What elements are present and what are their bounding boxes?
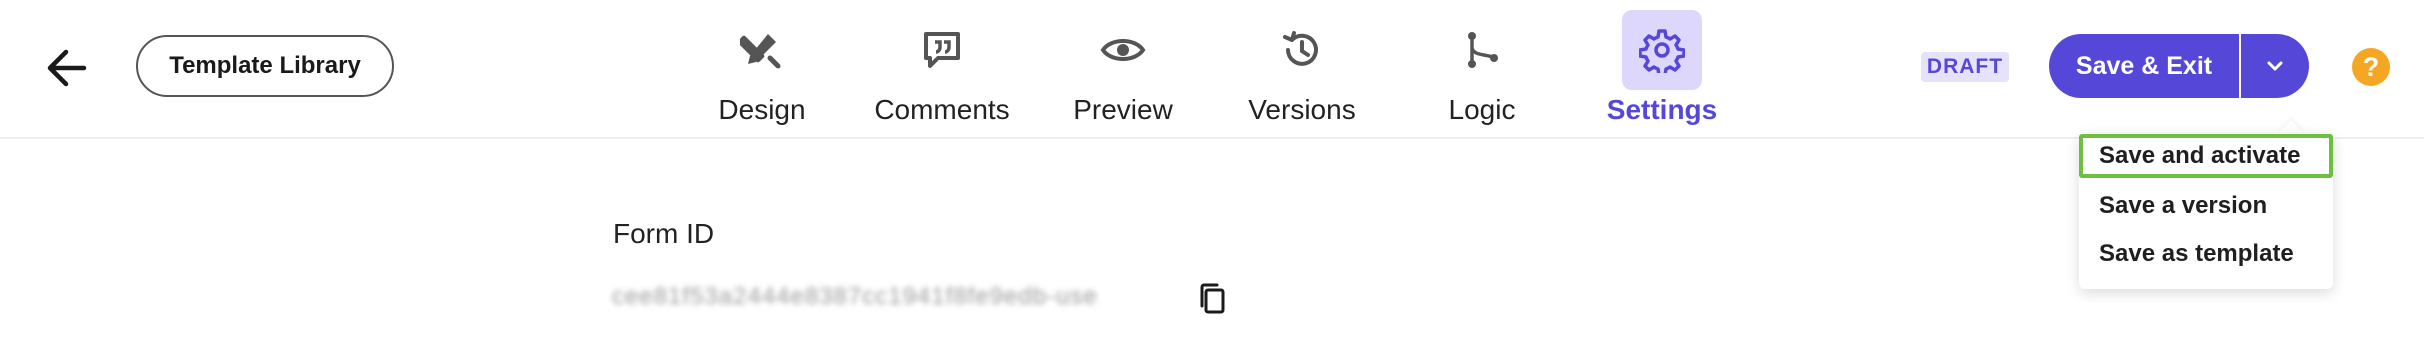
status-badge: DRAFT	[1921, 52, 2009, 82]
tab-logic-label: Logic	[1448, 94, 1516, 125]
menu-item-save-and-activate[interactable]: Save and activate	[2079, 134, 2333, 178]
save-options-menu: Save and activate Save a version Save as…	[2079, 133, 2333, 289]
back-button[interactable]	[36, 38, 96, 98]
tab-settings[interactable]: Settings	[1602, 10, 1722, 128]
tab-preview-label: Preview	[1073, 94, 1173, 125]
arrow-left-icon	[47, 49, 87, 87]
comment-quote-icon	[902, 10, 982, 90]
eye-icon	[1083, 10, 1163, 90]
chevron-down-icon	[2267, 61, 2283, 71]
tab-versions[interactable]: Versions	[1242, 10, 1362, 128]
tab-design[interactable]: Design	[712, 10, 812, 128]
tab-logic[interactable]: Logic	[1432, 10, 1532, 128]
template-library-button[interactable]: Template Library	[136, 35, 394, 97]
form-id-value: cee81f53a2444e8387cc1941f8fe9edb-use	[612, 283, 1098, 310]
tab-settings-label: Settings	[1606, 94, 1718, 125]
copy-icon	[1200, 283, 1225, 314]
save-options-dropdown-button[interactable]	[2241, 34, 2309, 98]
tab-comments[interactable]: Comments	[872, 10, 1012, 128]
help-icon[interactable]: ?	[2352, 48, 2390, 86]
branch-icon	[1442, 10, 1522, 90]
save-button-group: Save & Exit	[2049, 34, 2309, 98]
tab-preview[interactable]: Preview	[1068, 10, 1178, 128]
design-tools-icon	[722, 10, 802, 90]
form-id-label: Form ID	[613, 218, 715, 249]
copy-button[interactable]	[1195, 280, 1229, 318]
tab-design-label: Design	[718, 94, 806, 125]
gear-icon	[1622, 10, 1702, 90]
tab-comments-label: Comments	[874, 94, 1010, 125]
menu-item-save-as-template[interactable]: Save as template	[2079, 232, 2333, 276]
tab-versions-label: Versions	[1248, 94, 1356, 125]
top-bar: Template Library Design Comments Preview…	[0, 0, 2424, 139]
menu-item-save-a-version[interactable]: Save a version	[2079, 184, 2333, 228]
history-icon	[1262, 10, 1342, 90]
save-exit-button[interactable]: Save & Exit	[2049, 34, 2239, 98]
